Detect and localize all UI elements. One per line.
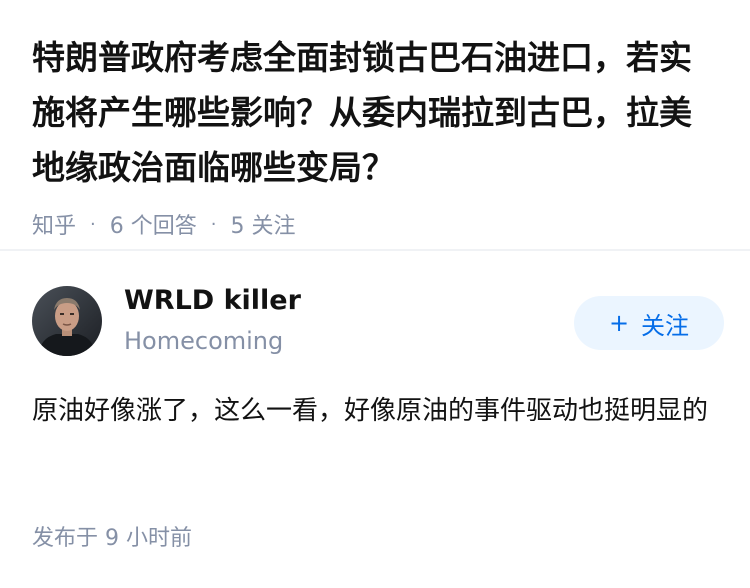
follow-label: 关注: [641, 311, 690, 340]
answer-timestamp: 发布于 9 小时前: [32, 526, 192, 551]
follower-count[interactable]: 5 关注: [230, 208, 295, 240]
follow-button[interactable]: + 关注: [574, 296, 724, 350]
answer-content[interactable]: 原油好像涨了，这么一看，好像原油的事件驱动也挺明显的: [32, 387, 718, 435]
avatar[interactable]: [32, 286, 102, 356]
answer-card: WRLD killer Homecoming + 关注 原油好像涨了，这么一看，…: [32, 284, 724, 435]
question-meta: 知乎 · 6 个回答 · 5 关注: [32, 208, 722, 240]
avatar-image: [32, 286, 102, 356]
section-divider: [0, 249, 750, 251]
author-bio: Homecoming: [124, 327, 284, 355]
meta-separator: ·: [90, 213, 96, 235]
question-title[interactable]: 特朗普政府考虑全面封锁古巴石油进口，若实施将产生哪些影响？从委内瑞拉到古巴，拉美…: [32, 30, 722, 195]
plus-icon: +: [608, 309, 630, 337]
source-label[interactable]: 知乎: [32, 208, 76, 240]
author-name[interactable]: WRLD killer: [124, 284, 574, 318]
author-info: WRLD killer Homecoming: [124, 284, 574, 358]
meta-separator: ·: [210, 213, 217, 235]
author-row: WRLD killer Homecoming + 关注: [32, 284, 724, 358]
answer-count[interactable]: 6 个回答: [110, 208, 197, 240]
question-header: 特朗普政府考虑全面封锁古巴石油进口，若实施将产生哪些影响？从委内瑞拉到古巴，拉美…: [32, 30, 722, 239]
